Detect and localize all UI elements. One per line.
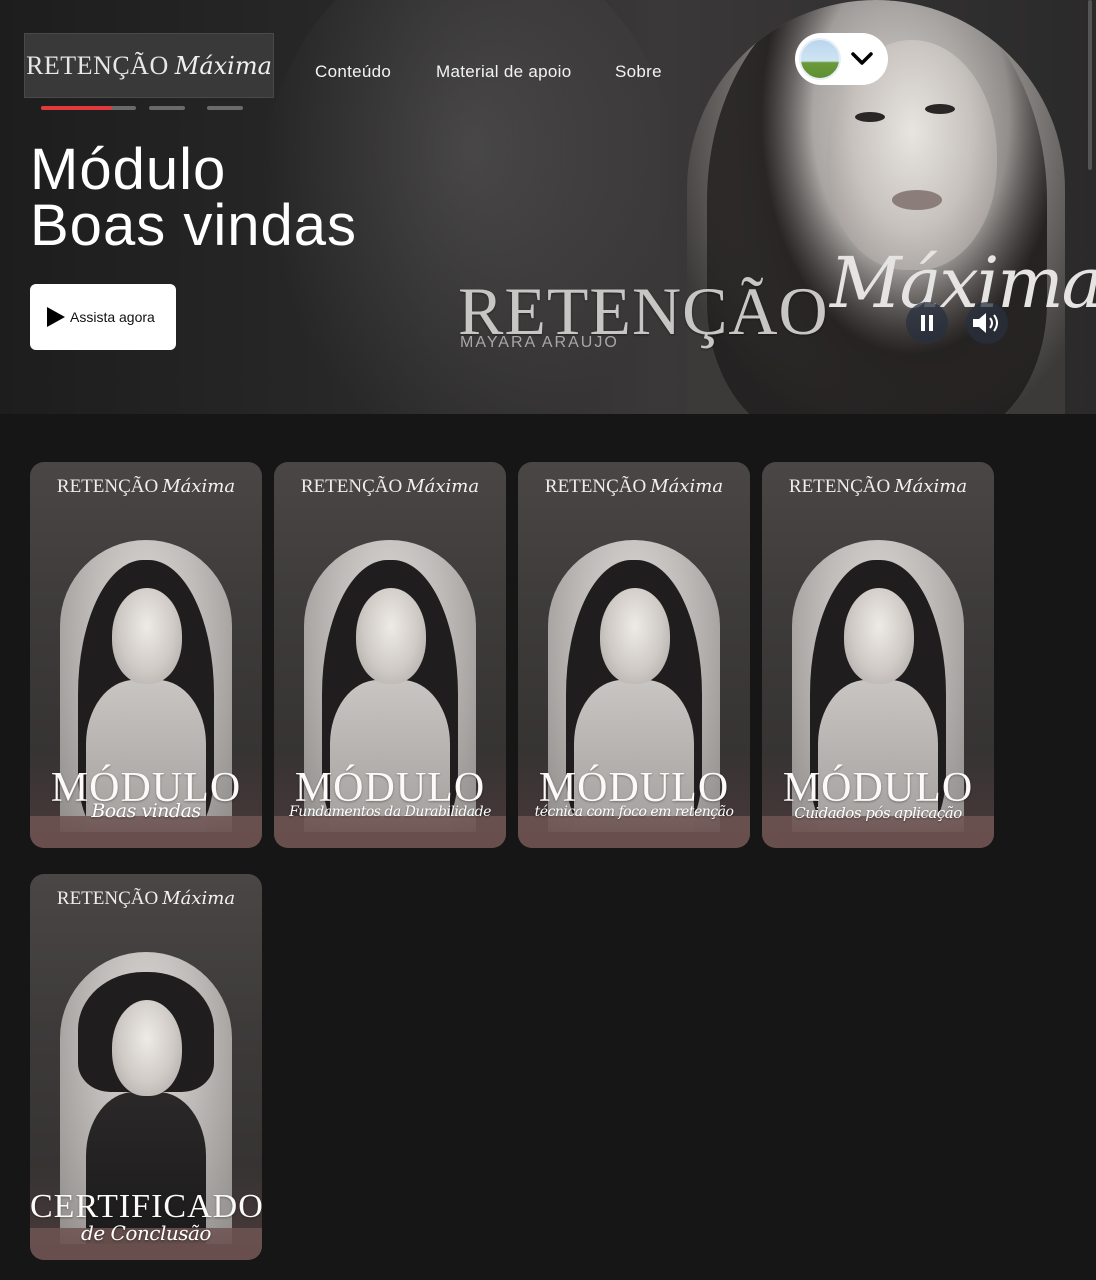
card-brand-script: Máxima: [162, 476, 236, 497]
card-brand-script: Máxima: [406, 476, 480, 497]
volume-icon: [971, 311, 1003, 335]
card-brand: RETENÇÃO Máxima: [762, 476, 994, 498]
slide-indicator-2[interactable]: [149, 106, 185, 110]
card-brand-serif: RETENÇÃO: [56, 888, 159, 909]
card-subtitle: técnica com foco em retenção: [534, 804, 734, 820]
hero-slide-indicators: [41, 106, 251, 110]
module-card-boas-vindas[interactable]: RETENÇÃO Máxima MÓDULO Boas vindas: [30, 462, 262, 848]
avatar: [799, 38, 841, 80]
profile-menu[interactable]: [795, 33, 888, 85]
chevron-down-icon: [851, 48, 873, 70]
watch-now-label: Assista agora: [70, 309, 155, 325]
module-card-certificado[interactable]: RETENÇÃO Máxima CERTIFICADO de Conclusão: [30, 874, 262, 1260]
nav-material-de-apoio[interactable]: Material de apoio: [436, 62, 572, 82]
card-brand: RETENÇÃO Máxima: [518, 476, 750, 498]
card-subtitle: Boas vindas: [91, 800, 201, 822]
module-card-fundamentos[interactable]: RETENÇÃO Máxima MÓDULO Fundamentos da Du…: [274, 462, 506, 848]
play-icon: [44, 306, 66, 328]
hero-title-line1: Módulo: [30, 137, 227, 202]
card-brand: RETENÇÃO Máxima: [274, 476, 506, 498]
card-brand-script: Máxima: [162, 888, 236, 909]
logo-script: Máxima: [174, 51, 272, 80]
hero-title-line2: Boas vindas: [30, 193, 357, 258]
card-brand-serif: RETENÇÃO: [544, 476, 647, 497]
watch-now-button[interactable]: Assista agora: [30, 284, 176, 350]
hero-brand-author: MAYARA ARAUJO: [460, 334, 619, 351]
card-brand-serif: RETENÇÃO: [788, 476, 891, 497]
card-brand-serif: RETENÇÃO: [300, 476, 403, 497]
hero-brand-script: Máxima: [830, 242, 1096, 324]
slide-indicator-1[interactable]: [41, 106, 136, 110]
logo-text: RETENÇÃO: [26, 50, 169, 80]
card-brand-script: Máxima: [650, 476, 724, 497]
card-subtitle: Fundamentos da Durabilidade: [289, 804, 491, 820]
pause-button[interactable]: [906, 302, 948, 344]
nav-sobre[interactable]: Sobre: [615, 62, 662, 82]
brand-logo[interactable]: RETENÇÃO Máxima: [24, 33, 274, 98]
hero-scrollbar[interactable]: [1088, 0, 1092, 170]
nav-conteudo[interactable]: Conteúdo: [315, 62, 391, 82]
module-card-cuidados[interactable]: RETENÇÃO Máxima MÓDULO Cuidados pós apli…: [762, 462, 994, 848]
volume-button[interactable]: [966, 302, 1008, 344]
card-subtitle: de Conclusão: [81, 1221, 211, 1245]
module-card-tecnica[interactable]: RETENÇÃO Máxima MÓDULO técnica com foco …: [518, 462, 750, 848]
hero-title: Módulo Boas vindas: [30, 137, 357, 258]
card-brand-script: Máxima: [894, 476, 968, 497]
card-brand: RETENÇÃO Máxima: [30, 888, 262, 910]
card-subtitle: Cuidados pós aplicação: [794, 804, 962, 822]
pause-icon: [919, 314, 935, 332]
slide-indicator-3[interactable]: [207, 106, 243, 110]
card-brand-serif: RETENÇÃO: [56, 476, 159, 497]
card-brand: RETENÇÃO Máxima: [30, 476, 262, 498]
